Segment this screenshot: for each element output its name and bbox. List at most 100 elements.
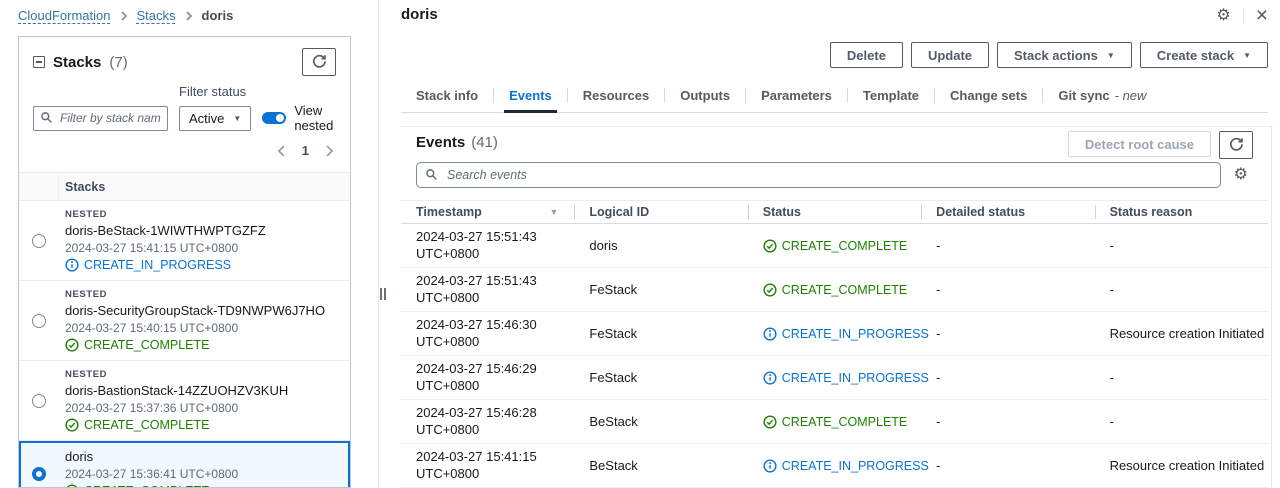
stack-timestamp: 2024-03-27 15:37:36 UTC+0800 (65, 401, 288, 415)
event-detailed-status: - (921, 370, 1094, 385)
stack-row[interactable]: NESTED doris-BastionStack-14ZZUOHZV3KUH … (19, 361, 350, 441)
breadcrumb-current: doris (202, 8, 234, 23)
column-header-status[interactable]: Status (748, 201, 921, 223)
previous-page-button[interactable] (277, 145, 286, 157)
update-button[interactable]: Update (911, 42, 989, 68)
stack-row[interactable]: NESTED doris-SecurityGroupStack-TD9NWPW6… (19, 281, 350, 361)
detect-root-cause-button[interactable]: Detect root cause (1068, 131, 1211, 157)
refresh-stacks-button[interactable] (302, 48, 336, 76)
view-nested-toggle[interactable] (262, 112, 286, 124)
event-timestamp: 2024-03-27 15:46:30UTC+0800 (401, 317, 574, 351)
tab-git-sync[interactable]: Git sync - new (1043, 78, 1161, 112)
stack-radio[interactable] (32, 394, 46, 408)
tab-stack-info[interactable]: Stack info (401, 78, 493, 112)
stack-status: CREATE_IN_PROGRESS (65, 258, 266, 272)
stack-name: doris-SecurityGroupStack-TD9NWPW6J7HO (65, 303, 325, 318)
event-status-reason: - (1095, 282, 1268, 297)
search-icon (40, 111, 53, 127)
events-table: Timestamp ▼ Logical ID Status Detailed s… (401, 200, 1268, 488)
nested-badge: NESTED (65, 209, 266, 220)
event-logical-id: BeStack (574, 458, 747, 473)
event-status-reason: Resource creation Initiated (1095, 326, 1268, 341)
event-row[interactable]: 2024-03-27 15:41:15UTC+0800 BeStack CREA… (401, 444, 1268, 488)
breadcrumb: CloudFormation Stacks doris (18, 8, 233, 23)
column-header-status-reason[interactable]: Status reason (1095, 201, 1268, 223)
event-detailed-status: - (921, 282, 1094, 297)
panel-resize-handle[interactable] (380, 288, 386, 300)
events-count: (41) (471, 134, 498, 151)
next-page-button[interactable] (325, 145, 334, 157)
event-status: CREATE_IN_PROGRESS (763, 327, 921, 341)
event-row[interactable]: 2024-03-27 15:46:30UTC+0800 FeStack CREA… (401, 312, 1268, 356)
filter-status-label: Filter status (19, 82, 350, 103)
status-filter-select[interactable]: Active ▼ (179, 106, 251, 131)
stacks-column-header: Stacks (59, 180, 105, 194)
refresh-events-button[interactable] (1219, 131, 1253, 159)
stack-radio[interactable] (32, 314, 46, 328)
stack-row-selected[interactable]: doris 2024-03-27 15:36:41 UTC+0800 CREAT… (19, 441, 350, 488)
event-row[interactable]: 2024-03-27 15:51:43UTC+0800 FeStack CREA… (401, 268, 1268, 312)
stack-radio-checked[interactable] (32, 467, 46, 481)
event-timestamp: 2024-03-27 15:51:43UTC+0800 (401, 273, 574, 307)
nested-badge: NESTED (65, 369, 288, 380)
breadcrumb-cloudformation[interactable]: CloudFormation (18, 8, 111, 23)
stack-radio[interactable] (32, 234, 46, 248)
stacks-panel-title: Stacks (7) (33, 54, 128, 71)
stack-status: CREATE_COMPLETE (65, 418, 288, 432)
tab-parameters[interactable]: Parameters (746, 78, 847, 112)
tab-template[interactable]: Template (848, 78, 934, 112)
close-icon[interactable]: × (1256, 5, 1268, 26)
stack-actions-button[interactable]: Stack actions ▼ (997, 42, 1132, 68)
panel-divider (378, 0, 379, 488)
tab-change-sets[interactable]: Change sets (935, 78, 1042, 112)
event-detailed-status: - (921, 414, 1094, 429)
in-progress-icon (65, 258, 79, 272)
event-timestamp: 2024-03-27 15:51:43UTC+0800 (401, 229, 574, 263)
success-icon (65, 484, 79, 488)
nested-badge: NESTED (65, 289, 325, 300)
delete-button[interactable]: Delete (830, 42, 903, 68)
event-row[interactable]: 2024-03-27 15:51:43UTC+0800 doris CREATE… (401, 224, 1268, 268)
pagination: 1 (19, 133, 350, 166)
stack-status: CREATE_COMPLETE (65, 338, 325, 352)
column-header-logical-id[interactable]: Logical ID (574, 201, 747, 223)
breadcrumb-stacks[interactable]: Stacks (137, 8, 176, 23)
event-logical-id: FeStack (574, 326, 747, 341)
in-progress-icon (763, 371, 777, 385)
success-icon (763, 415, 777, 429)
stack-search-input[interactable] (33, 106, 168, 131)
stack-action-bar: Delete Update Stack actions ▼ Create sta… (830, 42, 1268, 68)
success-icon (763, 283, 777, 297)
events-search-input[interactable] (416, 162, 1221, 188)
stack-detail-tabs: Stack info Events Resources Outputs Para… (401, 78, 1268, 113)
event-row[interactable]: 2024-03-27 15:46:28UTC+0800 BeStack CREA… (401, 400, 1268, 444)
table-preferences-gear-icon[interactable]: ⚙ (1234, 167, 1248, 183)
collapse-icon[interactable] (33, 56, 45, 68)
success-icon (65, 338, 79, 352)
tab-outputs[interactable]: Outputs (665, 78, 745, 112)
stacks-panel: Stacks (7) Filter status Active ▼ View n… (18, 36, 351, 488)
column-header-detailed-status[interactable]: Detailed status (921, 201, 1094, 223)
column-header-timestamp[interactable]: Timestamp ▼ (401, 201, 574, 223)
tab-resources[interactable]: Resources (568, 78, 664, 112)
event-status-reason: - (1095, 370, 1268, 385)
chevron-right-icon (120, 11, 128, 21)
page-number[interactable]: 1 (302, 143, 309, 158)
stack-timestamp: 2024-03-27 15:36:41 UTC+0800 (65, 467, 238, 481)
events-title: Events (416, 134, 465, 151)
refresh-icon (1228, 136, 1244, 155)
stack-timestamp: 2024-03-27 15:41:15 UTC+0800 (65, 241, 266, 255)
in-progress-icon (763, 459, 777, 473)
settings-gear-icon[interactable]: ⚙ (1216, 8, 1230, 24)
create-stack-button[interactable]: Create stack ▼ (1140, 42, 1268, 68)
sort-descending-icon[interactable]: ▼ (549, 207, 558, 217)
event-row[interactable]: 2024-03-27 15:46:29UTC+0800 FeStack CREA… (401, 356, 1268, 400)
tab-events[interactable]: Events (494, 78, 567, 112)
event-status: CREATE_IN_PROGRESS (763, 371, 921, 385)
event-timestamp: 2024-03-27 15:46:28UTC+0800 (401, 405, 574, 439)
stack-row[interactable]: NESTED doris-BeStack-1WIWTHWPTGZFZ 2024-… (19, 201, 350, 281)
event-status: CREATE_COMPLETE (763, 239, 921, 253)
chevron-down-icon: ▼ (1107, 51, 1115, 60)
chevron-right-icon (185, 11, 193, 21)
event-detailed-status: - (921, 326, 1094, 341)
